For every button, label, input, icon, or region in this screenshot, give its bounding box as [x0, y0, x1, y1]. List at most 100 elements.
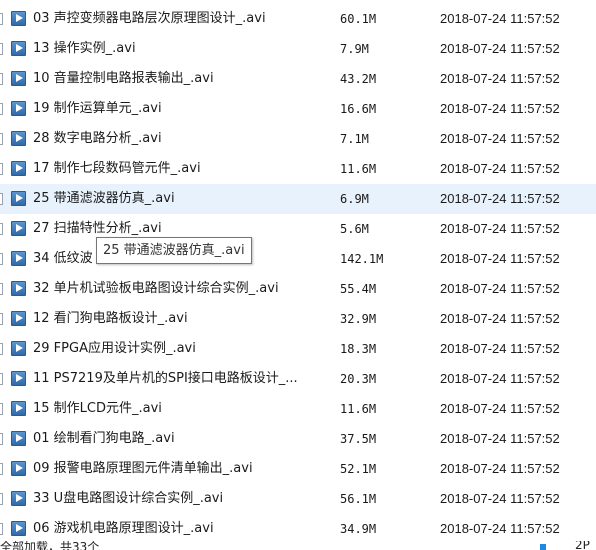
video-file-icon [11, 11, 26, 26]
video-file-icon [11, 281, 26, 296]
row-checkbox[interactable] [0, 343, 3, 355]
file-date: 2018-07-24 11:57:52 [440, 281, 560, 296]
row-checkbox[interactable] [0, 223, 3, 235]
file-date: 2018-07-24 11:57:52 [440, 401, 560, 416]
file-name[interactable]: 32 单片机试验板电路图设计综合实例_.avi [33, 281, 279, 297]
file-row[interactable]: 10 音量控制电路报表输出_.avi 43.2M 2018-07-24 11:57:… [0, 64, 596, 94]
video-file-icon [11, 251, 26, 266]
video-file-icon [11, 41, 26, 56]
file-date: 2018-07-24 11:57:52 [440, 41, 560, 56]
file-row[interactable]: 09 报警电路原理图元件清单输出_.avi 52.1M 2018-07-24 11:… [0, 454, 596, 484]
file-row[interactable]: 34 低纹波 142.1M 2018-07-24 11:57:52 [0, 244, 596, 274]
file-row[interactable]: 32 单片机试验板电路图设计综合实例_.avi 55.4M 2018-07-24 1… [0, 274, 596, 304]
row-checkbox[interactable] [0, 433, 3, 445]
status-right-text: 2P [575, 541, 590, 550]
file-name[interactable]: 28 数字电路分析_.avi [33, 131, 162, 147]
row-checkbox[interactable] [0, 163, 3, 175]
row-checkbox[interactable] [0, 13, 3, 25]
row-checkbox[interactable] [0, 463, 3, 475]
file-name[interactable]: 11 PS7219及单片机的SPI接口电路板设计_... [33, 371, 298, 387]
file-date: 2018-07-24 11:57:52 [440, 311, 560, 326]
file-date: 2018-07-24 11:57:52 [440, 371, 560, 386]
status-text: 全部加载，共33个 [0, 541, 100, 550]
file-name[interactable]: 03 声控变频器电路层次原理图设计_.avi [33, 11, 266, 27]
file-name[interactable]: 12 看门狗电路板设计_.avi [33, 311, 188, 327]
video-file-icon [11, 461, 26, 476]
file-row[interactable]: 27 扫描特性分析_.avi 5.6M 2018-07-24 11:57:52 [0, 214, 596, 244]
row-checkbox[interactable] [0, 283, 3, 295]
file-date: 2018-07-24 11:57:52 [440, 491, 560, 506]
file-name[interactable]: 09 报警电路原理图元件清单输出_.avi [33, 461, 253, 477]
video-file-icon [11, 131, 26, 146]
file-row[interactable]: 03 声控变频器电路层次原理图设计_.avi 60.1M 2018-07-24 11… [0, 4, 596, 34]
file-date: 2018-07-24 11:57:52 [440, 11, 560, 26]
file-size: 11.6M [340, 402, 377, 416]
file-name[interactable]: 25 带通滤波器仿真_.avi [33, 191, 175, 207]
file-date: 2018-07-24 11:57:52 [440, 221, 560, 236]
file-name[interactable]: 27 扫描特性分析_.avi [33, 221, 162, 237]
file-date: 2018-07-24 11:57:52 [440, 341, 560, 356]
file-date: 2018-07-24 11:57:52 [440, 131, 560, 146]
file-row[interactable]: 29 FPGA应用设计实例_.avi 18.3M 2018-07-24 11:57:… [0, 334, 596, 364]
row-checkbox[interactable] [0, 523, 3, 535]
file-name[interactable]: 33 U盘电路图设计综合实例_.avi [33, 491, 223, 507]
file-row[interactable]: 11 PS7219及单片机的SPI接口电路板设计_... 20.3M 2018-07… [0, 364, 596, 394]
file-row[interactable]: 13 操作实例_.avi 7.9M 2018-07-24 11:57:52 [0, 34, 596, 64]
file-list: 03 声控变频器电路层次原理图设计_.avi 60.1M 2018-07-24 11… [0, 4, 596, 544]
row-checkbox[interactable] [0, 193, 3, 205]
file-size: 142.1M [340, 252, 384, 266]
row-checkbox[interactable] [0, 103, 3, 115]
file-name[interactable]: 06 游戏机电路原理图设计_.avi [33, 521, 214, 537]
file-size: 11.6M [340, 162, 377, 176]
video-file-icon [11, 101, 26, 116]
file-size: 32.9M [340, 312, 377, 326]
file-row[interactable]: 33 U盘电路图设计综合实例_.avi 56.1M 2018-07-24 11:57… [0, 484, 596, 514]
row-checkbox[interactable] [0, 133, 3, 145]
loading-indicator [540, 544, 546, 550]
file-row[interactable]: 28 数字电路分析_.avi 7.1M 2018-07-24 11:57:52 [0, 124, 596, 154]
file-row[interactable]: 17 制作七段数码管元件_.avi 11.6M 2018-07-24 11:57:5… [0, 154, 596, 184]
file-name[interactable]: 10 音量控制电路报表输出_.avi [33, 71, 214, 87]
row-checkbox[interactable] [0, 43, 3, 55]
file-size: 7.9M [340, 42, 369, 56]
video-file-icon [11, 341, 26, 356]
file-row[interactable]: 15 制作LCD元件_.avi 11.6M 2018-07-24 11:57:52 [0, 394, 596, 424]
file-size: 20.3M [340, 372, 377, 386]
file-name[interactable]: 34 低纹波 [33, 251, 93, 267]
file-size: 52.1M [340, 462, 377, 476]
video-file-icon [11, 221, 26, 236]
file-name[interactable]: 01 绘制看门狗电路_.avi [33, 431, 175, 447]
video-file-icon [11, 491, 26, 506]
row-checkbox[interactable] [0, 373, 3, 385]
row-checkbox[interactable] [0, 253, 3, 265]
row-checkbox[interactable] [0, 403, 3, 415]
file-name[interactable]: 15 制作LCD元件_.avi [33, 401, 162, 417]
file-size: 7.1M [340, 132, 369, 146]
file-name[interactable]: 17 制作七段数码管元件_.avi [33, 161, 201, 177]
file-name[interactable]: 29 FPGA应用设计实例_.avi [33, 341, 196, 357]
file-row[interactable]: 06 游戏机电路原理图设计_.avi 34.9M 2018-07-24 11:57:… [0, 514, 596, 544]
file-row[interactable]: 12 看门狗电路板设计_.avi 32.9M 2018-07-24 11:57:52 [0, 304, 596, 334]
file-size: 56.1M [340, 492, 377, 506]
file-size: 60.1M [340, 12, 377, 26]
row-checkbox[interactable] [0, 73, 3, 85]
file-row[interactable]: 01 绘制看门狗电路_.avi 37.5M 2018-07-24 11:57:52 [0, 424, 596, 454]
file-size: 18.3M [340, 342, 377, 356]
file-date: 2018-07-24 11:57:52 [440, 161, 560, 176]
row-checkbox[interactable] [0, 313, 3, 325]
video-file-icon [11, 521, 26, 536]
file-size: 34.9M [340, 522, 377, 536]
file-date: 2018-07-24 11:57:52 [440, 71, 560, 86]
file-row[interactable]: 19 制作运算单元_.avi 16.6M 2018-07-24 11:57:52 [0, 94, 596, 124]
file-name[interactable]: 19 制作运算单元_.avi [33, 101, 162, 117]
file-name[interactable]: 13 操作实例_.avi [33, 41, 136, 57]
file-date: 2018-07-24 11:57:52 [440, 101, 560, 116]
filename-tooltip: 25 带通滤波器仿真_.avi [96, 237, 252, 264]
video-file-icon [11, 191, 26, 206]
row-checkbox[interactable] [0, 493, 3, 505]
file-date: 2018-07-24 11:57:52 [440, 521, 560, 536]
status-bar: 全部加载，共33个 2P [0, 541, 596, 550]
file-row[interactable]: 25 带通滤波器仿真_.avi 6.9M 2018-07-24 11:57:52 [0, 184, 596, 214]
video-file-icon [11, 401, 26, 416]
file-date: 2018-07-24 11:57:52 [440, 461, 560, 476]
